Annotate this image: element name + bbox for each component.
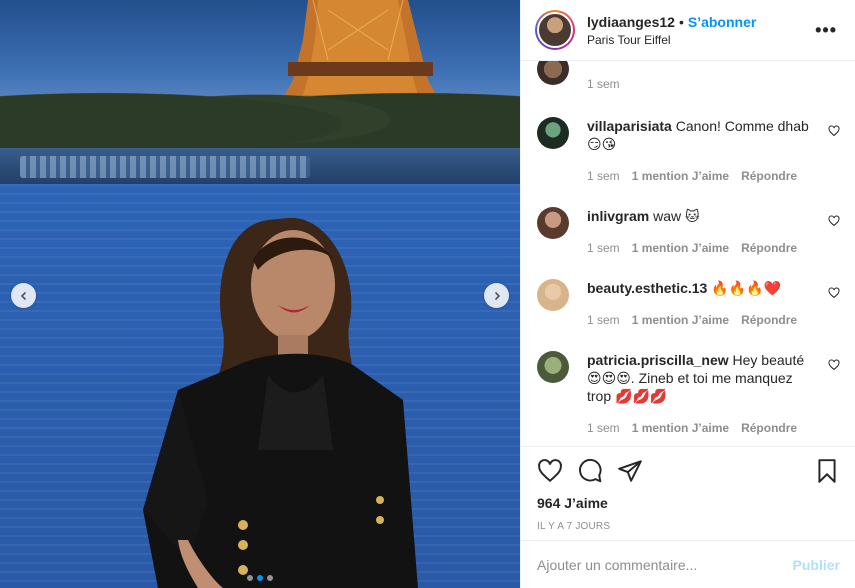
comment-time: 1 sem [587, 421, 620, 435]
comment-text: 🔥🔥🔥❤️ [711, 280, 781, 296]
comment-time: 1 sem [587, 77, 620, 91]
comments-list[interactable]: 1 sem villaparisiata Canon! Comme dhab 😏… [521, 61, 855, 446]
comment-item: 1 sem [537, 61, 840, 93]
comment-username[interactable]: beauty.esthetic.13 [587, 280, 707, 296]
chevron-left-icon [20, 291, 26, 300]
like-comment-heart-icon[interactable] [828, 125, 840, 137]
woman-figure [143, 217, 418, 588]
post-timestamp: IL Y A 7 JOURS [537, 521, 611, 532]
comment-input[interactable] [537, 556, 793, 573]
comment-likes[interactable]: 1 mention J’aime [632, 311, 729, 329]
comment-composer: Publier [521, 540, 855, 588]
comment-item: inlivgram waw 🐱 1 sem 1 mention J’aime Rép… [537, 207, 840, 257]
comment-likes[interactable]: 1 mention J’aime [632, 419, 729, 437]
reply-button[interactable]: Répondre [741, 239, 797, 257]
comment-likes[interactable]: 1 mention J’aime [632, 167, 729, 185]
like-heart-icon[interactable] [537, 458, 563, 484]
comment-username[interactable]: patricia.priscilla_new [587, 352, 729, 368]
photo-boats [0, 148, 520, 184]
header-separator: • [678, 13, 684, 30]
publish-button[interactable]: Publier [793, 557, 840, 573]
share-paper-plane-icon[interactable] [617, 458, 643, 484]
comment-item: villaparisiata Canon! Comme dhab 😏😘 1 se… [537, 117, 840, 185]
author-username[interactable]: lydiaanges12 [587, 14, 675, 30]
reply-button[interactable]: Répondre [741, 167, 797, 185]
comment-time: 1 sem [587, 313, 620, 327]
comment-username[interactable]: inlivgram [587, 208, 649, 224]
carousel-prev-button[interactable] [11, 283, 36, 308]
reply-button[interactable]: Répondre [741, 419, 797, 437]
carousel-dots [247, 575, 273, 581]
like-comment-heart-icon[interactable] [828, 359, 840, 371]
post-header: lydiaanges12 • S’abonner Paris Tour Eiff… [521, 0, 855, 61]
comment-likes[interactable]: 1 mention J’aime [632, 239, 729, 257]
comment-time: 1 sem [587, 241, 620, 255]
likes-count[interactable]: 964 J’aime [537, 495, 840, 511]
author-avatar[interactable] [535, 10, 575, 50]
more-options-icon[interactable]: ••• [811, 16, 841, 45]
like-comment-heart-icon[interactable] [828, 287, 840, 299]
post-photo[interactable] [0, 0, 520, 588]
chevron-right-icon [494, 291, 500, 300]
post-location[interactable]: Paris Tour Eiffel [587, 33, 811, 47]
carousel-dot [257, 575, 263, 581]
carousel-dot [267, 575, 273, 581]
follow-button[interactable]: S’abonner [688, 14, 756, 30]
commenter-avatar[interactable] [537, 279, 569, 311]
like-comment-heart-icon[interactable] [828, 215, 840, 227]
comment-bubble-icon[interactable] [577, 458, 603, 484]
commenter-avatar[interactable] [537, 61, 569, 85]
comment-time: 1 sem [587, 169, 620, 183]
photo-trees [0, 70, 520, 160]
carousel-next-button[interactable] [484, 283, 509, 308]
save-bookmark-icon[interactable] [814, 458, 840, 484]
comment-item: patricia.priscilla_new Hey beauté 😍😍😍. Z… [537, 351, 840, 437]
post-actions: 964 J’aime IL Y A 7 JOURS [521, 446, 855, 532]
commenter-avatar[interactable] [537, 117, 569, 149]
reply-button[interactable]: Répondre [741, 311, 797, 329]
commenter-avatar[interactable] [537, 207, 569, 239]
comment-text: waw 🐱 [653, 208, 700, 224]
comment-username[interactable]: villaparisiata [587, 118, 672, 134]
comment-item: beauty.esthetic.13 🔥🔥🔥❤️ 1 sem 1 mention … [537, 279, 840, 329]
commenter-avatar[interactable] [537, 351, 569, 383]
post-side-panel: lydiaanges12 • S’abonner Paris Tour Eiff… [520, 0, 855, 588]
carousel-dot [247, 575, 253, 581]
